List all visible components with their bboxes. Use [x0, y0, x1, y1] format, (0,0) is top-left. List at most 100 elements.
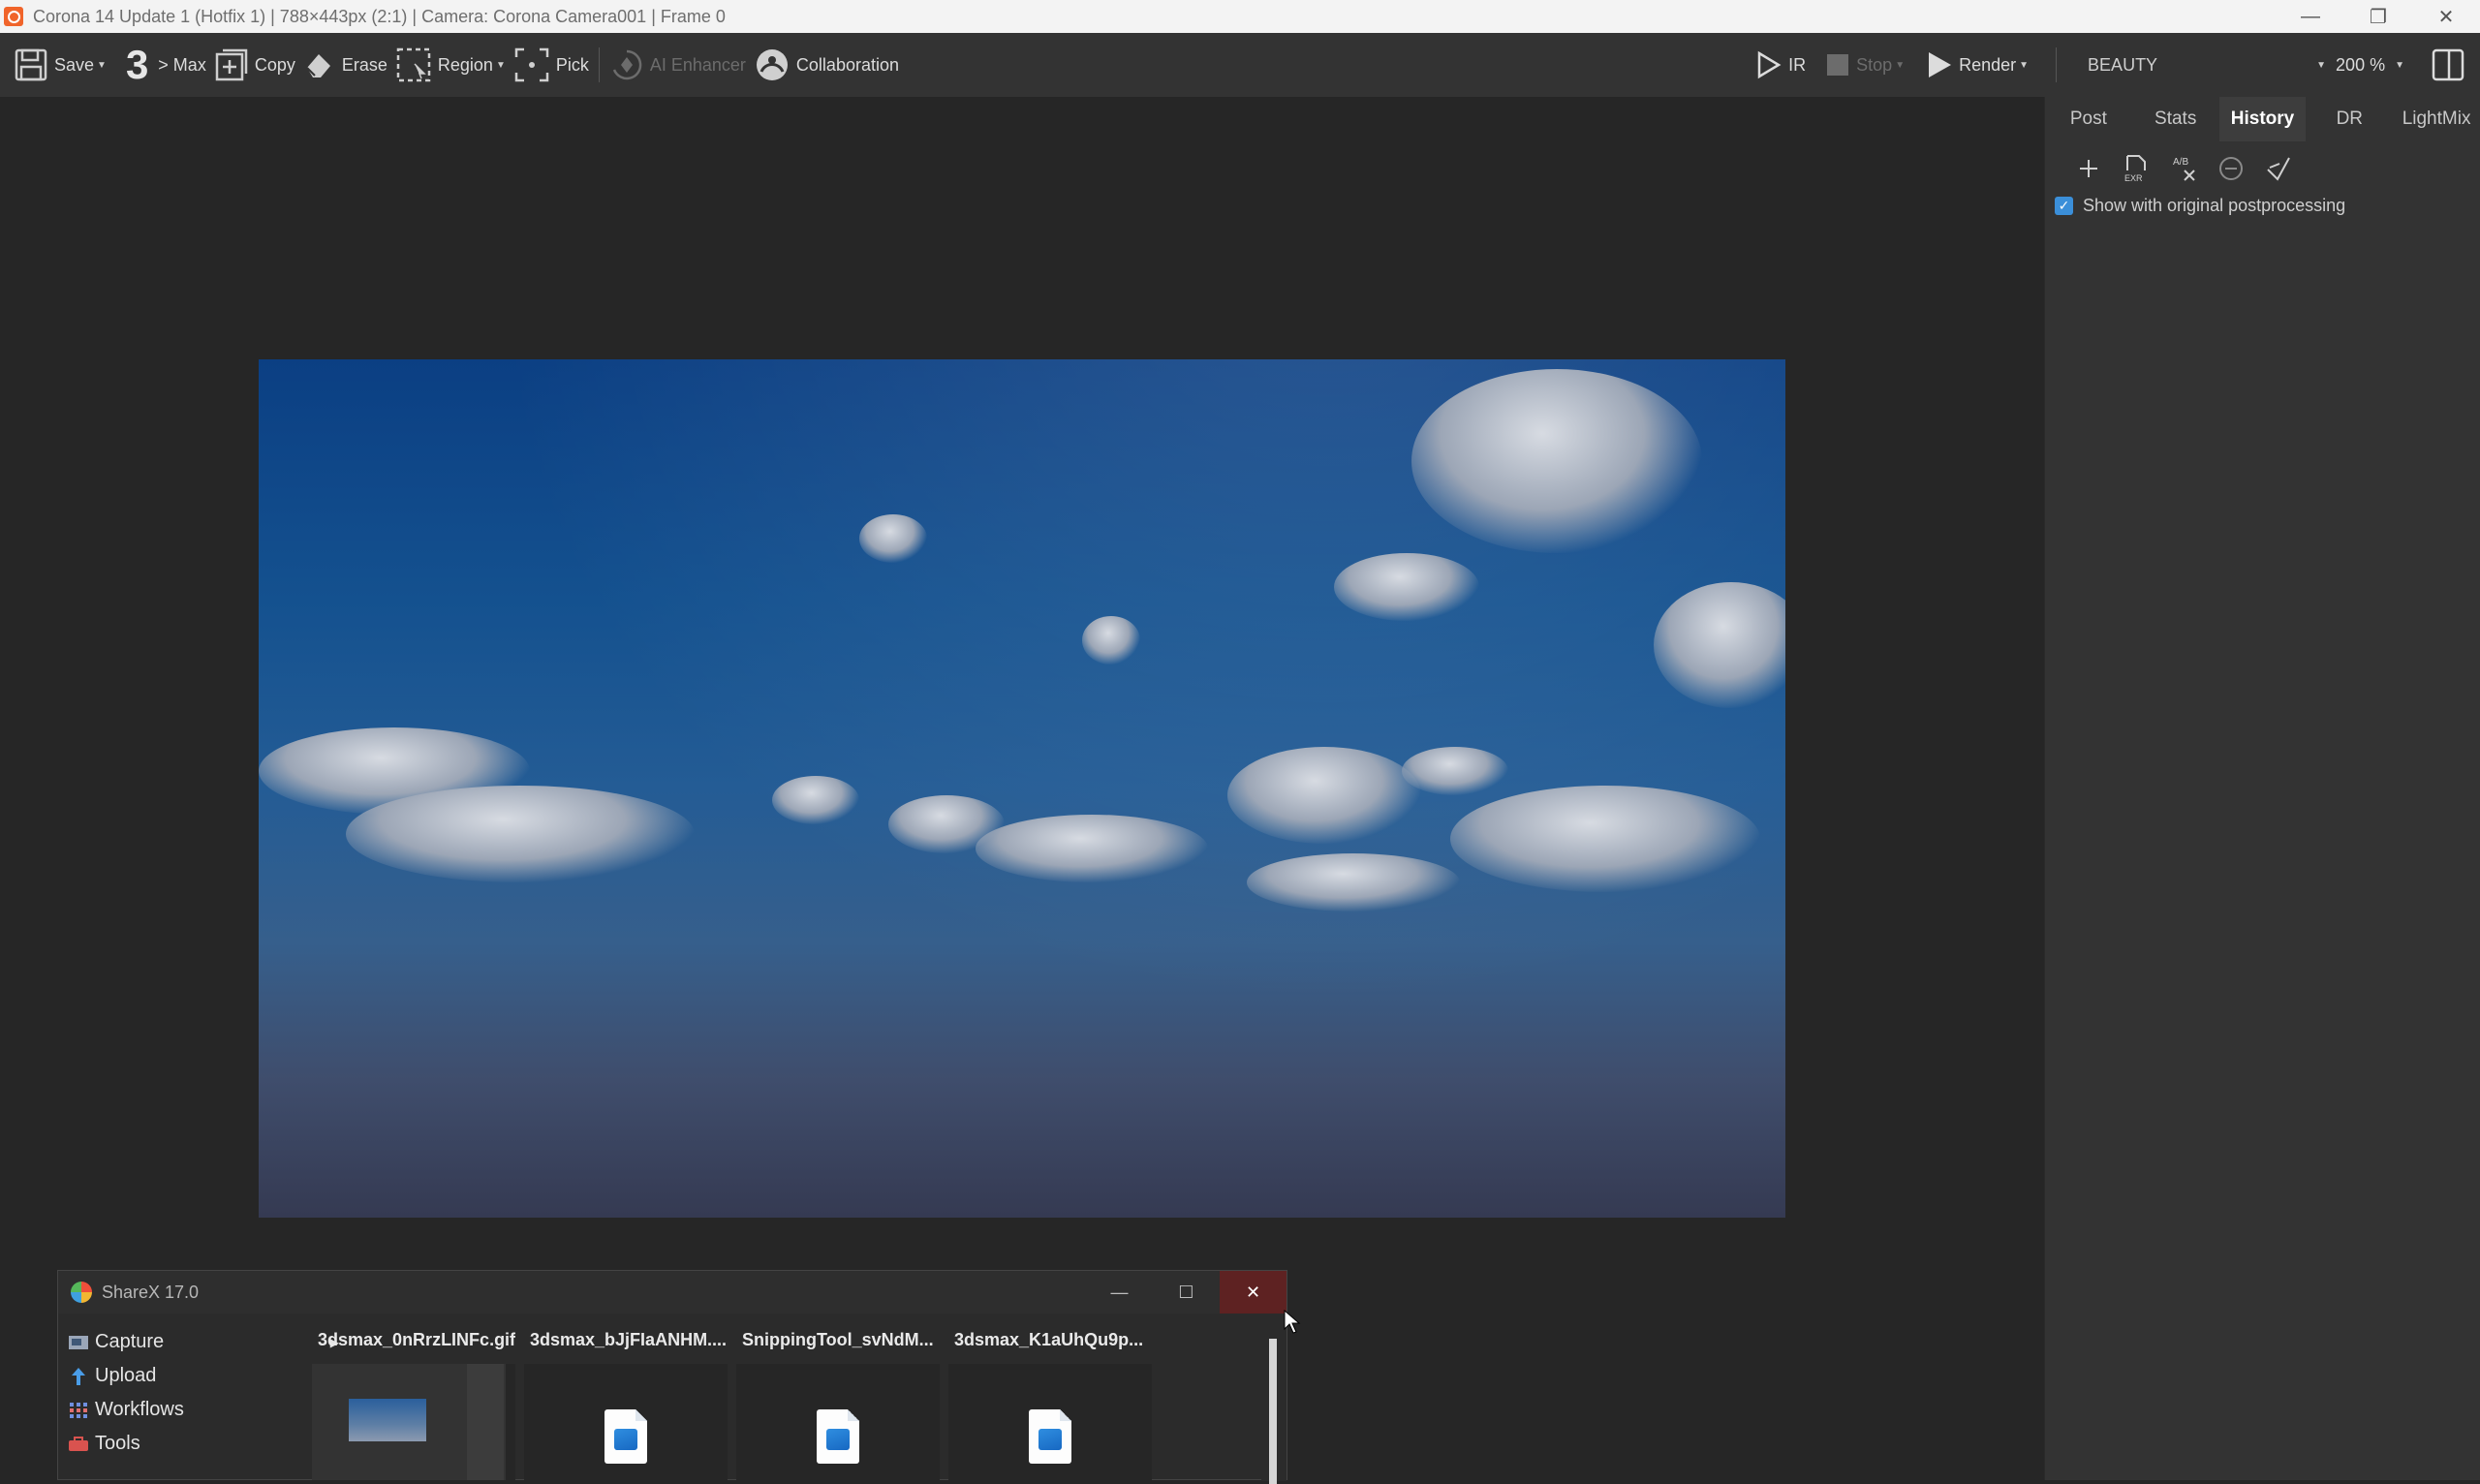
file-thumbnail[interactable] [524, 1364, 728, 1480]
chevron-down-icon: ▼ [2395, 59, 2404, 71]
title-bar: Corona 14 Update 1 (Hotfix 1) | 788×443p… [0, 0, 2480, 33]
region-select-icon [395, 46, 432, 83]
tab-stats[interactable]: Stats [2132, 97, 2219, 141]
sharex-file-list: 3dsmax_0nRrzLINFc.gif 3dsmax_bJjFIaANHM.… [312, 1325, 1161, 1480]
clear-icon[interactable] [2254, 154, 2302, 183]
file-name: SnippingTool_svNdM... [742, 1330, 934, 1349]
toggle-panel-button[interactable] [2428, 33, 2480, 97]
menu-label: Workflows [95, 1399, 184, 1420]
file-thumbnail[interactable] [312, 1364, 515, 1480]
ab-compare-icon[interactable]: A/B [2159, 154, 2207, 183]
remove-icon[interactable] [2207, 155, 2254, 182]
tab-history[interactable]: History [2218, 97, 2307, 141]
menu-item-capture[interactable]: Capture ▶ [68, 1325, 349, 1359]
cloud [976, 815, 1208, 882]
menu-label: Capture [95, 1331, 165, 1352]
cloud [859, 514, 927, 563]
menu-item-upload[interactable]: Upload ▶ [68, 1359, 349, 1393]
sharex-window: ShareX 17.0 — ☐ ✕ Capture ▶ Upload ▶ Wor… [57, 1270, 1287, 1484]
chevron-down-icon: ▼ [1895, 59, 1906, 71]
ai-enhancer-icon [609, 47, 644, 82]
file-item[interactable]: 3dsmax_0nRrzLINFc.gif [312, 1325, 515, 1480]
image-file-icon [817, 1409, 859, 1464]
file-item[interactable]: SnippingTool_svNdM... [736, 1325, 940, 1480]
cloud [1654, 582, 1785, 708]
image-file-icon [1029, 1409, 1071, 1464]
main-toolbar: Save ▼ 3 > Max Copy Erase Region ▼ Pick AI… [0, 33, 2480, 97]
tools-icon [68, 1436, 89, 1452]
maximize-icon[interactable]: ☐ [1153, 1271, 1220, 1314]
copy-to-max-button[interactable]: 3 > Max [110, 33, 210, 97]
save-label: Save [54, 54, 95, 75]
tab-post[interactable]: Post [2045, 97, 2132, 141]
save-button[interactable]: Save ▼ [0, 33, 110, 97]
collaboration-label: Collaboration [795, 54, 899, 75]
file-thumbnail[interactable] [736, 1364, 940, 1480]
cloud [1402, 747, 1508, 795]
erase-label: Erase [341, 54, 388, 75]
stop-label: Stop [1856, 54, 1893, 75]
stop-button[interactable]: Stop ▼ [1821, 33, 1908, 97]
restore-icon[interactable]: ❐ [2344, 0, 2412, 33]
side-panel: Post Stats History DR LightMix EXR A/B ✓… [2044, 97, 2480, 1480]
play-icon [1926, 50, 1953, 79]
cloud [1247, 853, 1460, 912]
screenshot-thumbnail [312, 1364, 506, 1480]
eraser-icon [303, 48, 336, 81]
sharex-scrollbar[interactable] [1261, 1314, 1286, 1484]
pick-button[interactable]: Pick [510, 33, 593, 97]
tab-lightmix[interactable]: LightMix [2393, 97, 2480, 141]
tab-dr[interactable]: DR [2306, 97, 2393, 141]
chevron-down-icon: ▼ [495, 59, 506, 71]
pick-icon [513, 46, 550, 83]
copy-button[interactable]: Copy [210, 33, 299, 97]
close-icon[interactable]: ✕ [1220, 1271, 1286, 1314]
show-original-checkbox-row[interactable]: ✓ Show with original postprocessing [2055, 196, 2480, 216]
rendered-image[interactable] [259, 359, 1785, 1218]
show-original-checkbox[interactable]: ✓ [2055, 197, 2073, 215]
capture-icon [68, 1335, 89, 1350]
save-exr-icon[interactable]: EXR [2112, 154, 2159, 183]
history-toolbar: EXR A/B [2045, 141, 2480, 196]
menu-item-tools[interactable]: Tools ▶ [68, 1427, 349, 1461]
minimize-icon[interactable]: — [2277, 0, 2344, 33]
zoom-select[interactable]: 200 % ▼ [2336, 55, 2404, 76]
file-thumbnail[interactable] [948, 1364, 1152, 1480]
cloud [1450, 786, 1760, 892]
ir-button[interactable]: IR [1752, 33, 1810, 97]
play-outline-icon [1755, 50, 1782, 79]
scrollbar-thumb[interactable] [1269, 1339, 1277, 1484]
copy-icon [214, 47, 249, 82]
erase-button[interactable]: Erase [299, 33, 391, 97]
save-icon [14, 47, 48, 82]
thumbnail-panel [467, 1364, 504, 1480]
render-element-select[interactable]: BEAUTY ▼ [2062, 46, 2334, 84]
pick-label: Pick [555, 54, 589, 75]
render-button[interactable]: Render ▼ [1922, 33, 2032, 97]
ai-enhancer-button[interactable]: AI Enhancer [605, 33, 750, 97]
ir-label: IR [1788, 54, 1807, 75]
toolbar-divider [2056, 47, 2058, 82]
file-item[interactable]: 3dsmax_bJjFIaANHM.... [524, 1325, 728, 1480]
add-icon[interactable] [2064, 157, 2112, 180]
menu-label: Tools [95, 1433, 140, 1454]
cloud [346, 786, 695, 882]
sharex-menu: Capture ▶ Upload ▶ Workflows ▶ Tools ▶ [68, 1325, 349, 1461]
mouse-cursor-icon [1284, 1310, 1301, 1334]
close-icon[interactable]: ✕ [2412, 0, 2480, 33]
cloud [1082, 616, 1140, 665]
file-item[interactable]: 3dsmax_K1aUhQu9p... [948, 1325, 1152, 1480]
zoom-value: 200 % [2336, 54, 2386, 75]
toolbar-divider [598, 47, 600, 82]
ab-label: A/B [2173, 157, 2188, 168]
collaboration-button[interactable]: Collaboration [750, 33, 903, 97]
file-name: 3dsmax_K1aUhQu9p... [954, 1330, 1144, 1349]
render-element-value: BEAUTY [2088, 54, 2158, 75]
menu-item-workflows[interactable]: Workflows ▶ [68, 1393, 349, 1427]
thumbnail-image [349, 1399, 426, 1441]
minimize-icon[interactable]: — [1086, 1271, 1153, 1314]
max-label: > Max [158, 54, 206, 75]
region-button[interactable]: Region ▼ [391, 33, 510, 97]
chevron-down-icon: ▼ [2019, 59, 2030, 71]
sharex-window-controls: — ☐ ✕ [1086, 1271, 1286, 1314]
